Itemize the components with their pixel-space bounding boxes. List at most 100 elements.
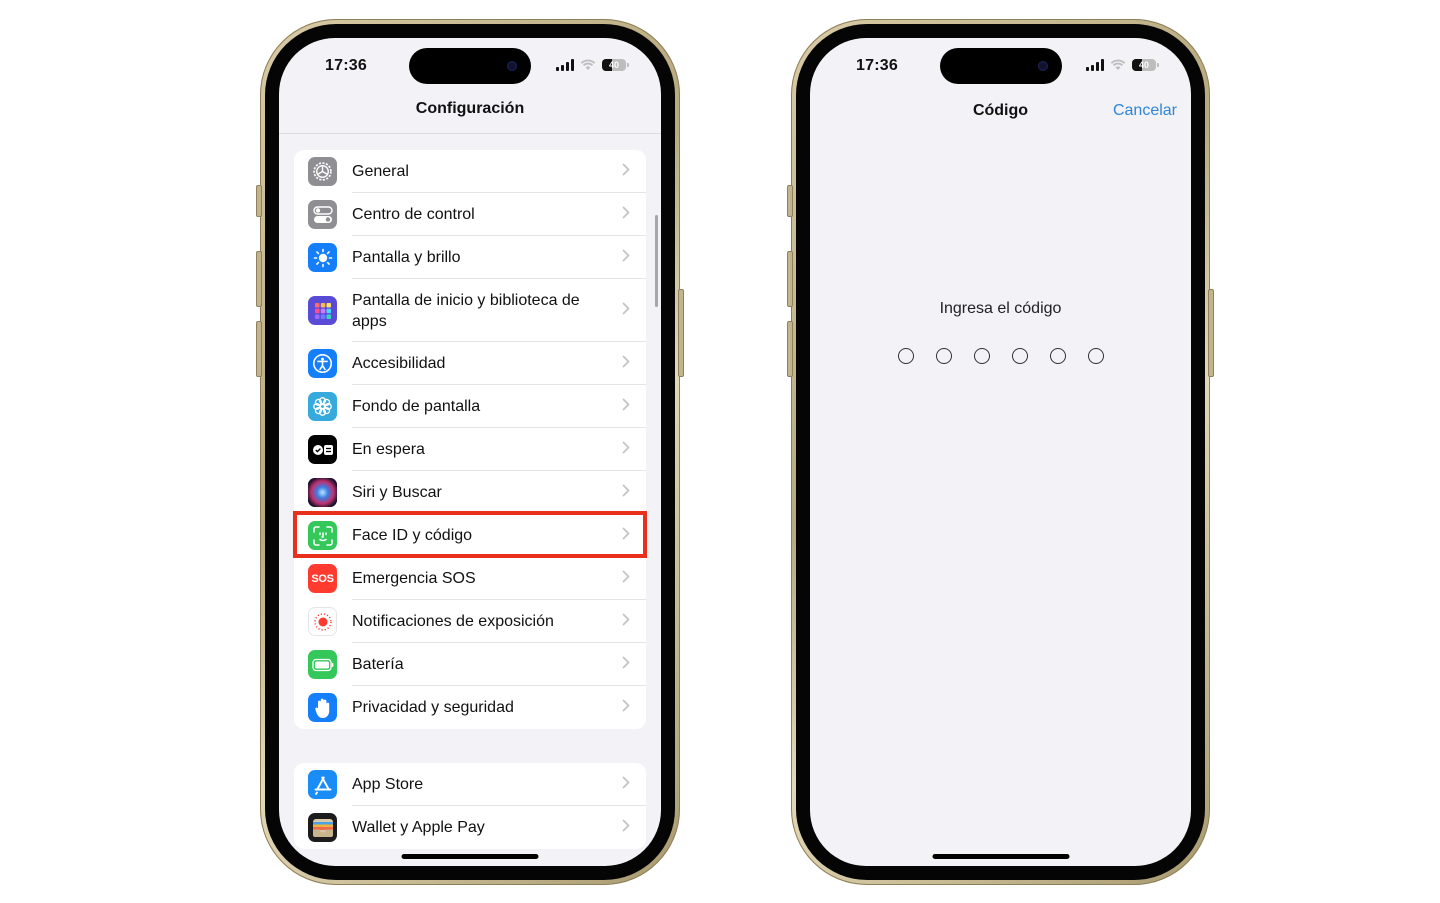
app-store-icon <box>308 770 337 799</box>
battery-icon <box>308 650 337 679</box>
accessibility-icon-glyph <box>312 353 333 374</box>
chevron-right-icon <box>622 206 630 224</box>
battery-icon: 40 <box>1132 59 1156 71</box>
passcode-dot <box>1011 348 1028 364</box>
settings-row-label: Pantalla de inicio y biblioteca de apps <box>352 291 580 330</box>
siri-icon <box>308 478 337 507</box>
sun-icon-glyph <box>313 248 332 267</box>
gear-icon-glyph <box>313 162 332 181</box>
wallet-icon-glyph <box>312 818 333 837</box>
power-button <box>678 289 684 377</box>
app-store-icon-glyph <box>314 776 331 795</box>
passcode-dot <box>897 348 914 364</box>
volume-up-button <box>256 251 262 307</box>
volume-up-button <box>787 251 793 307</box>
dynamic-island <box>939 48 1062 84</box>
cellular-signal-icon <box>556 59 574 71</box>
sos-icon: SOS <box>308 564 337 593</box>
settings-row-label: Fondo de pantalla <box>352 398 481 415</box>
settings-row-accessibility[interactable]: Accesibilidad <box>294 342 646 385</box>
chevron-right-icon <box>622 613 630 631</box>
battery-percent: 40 <box>1138 60 1149 70</box>
settings-row-app-store[interactable]: App Store <box>294 763 646 806</box>
passcode-prompt: Ingresa el código <box>939 300 1062 317</box>
battery-icon: 40 <box>602 59 626 71</box>
chevron-right-icon <box>622 398 630 416</box>
camera-lens-icon <box>1037 61 1048 71</box>
settings-row-flower[interactable]: Fondo de pantalla <box>294 385 646 428</box>
accessibility-icon <box>308 349 337 378</box>
highlight-box <box>293 511 647 558</box>
settings-row-wallet[interactable]: Wallet y Apple Pay <box>294 806 646 849</box>
settings-row-battery[interactable]: Batería <box>294 643 646 686</box>
chevron-right-icon <box>622 163 630 181</box>
settings-group-main: General Centro de control Pantalla y brill… <box>294 150 646 729</box>
settings-row-app-grid[interactable]: Pantalla de inicio y biblioteca de apps <box>294 279 646 342</box>
passcode-screen: 17:36 40 Código Cancelar Ingresa el códi… <box>810 38 1191 866</box>
sos-icon-glyph: SOS <box>311 572 334 585</box>
chevron-right-icon <box>622 249 630 267</box>
settings-group-store: App Store Wallet y Apple Pay <box>294 763 646 849</box>
toggles-icon <box>308 200 337 229</box>
settings-row-label: Emergencia SOS <box>352 570 476 587</box>
battery-cap <box>627 63 629 67</box>
volume-down-button <box>787 321 793 377</box>
settings-row-label: Privacidad y seguridad <box>352 699 514 716</box>
settings-row-siri[interactable]: Siri y Buscar <box>294 471 646 514</box>
chevron-right-icon <box>622 656 630 674</box>
settings-row-exposure[interactable]: Notificaciones de exposición <box>294 600 646 643</box>
flower-icon-glyph <box>313 397 332 416</box>
hand-icon <box>308 693 337 722</box>
settings-row-toggles[interactable]: Centro de control <box>294 193 646 236</box>
settings-row-label: Wallet y Apple Pay <box>352 819 485 836</box>
exposure-icon-glyph <box>313 612 332 631</box>
chevron-right-icon <box>622 699 630 717</box>
status-icons: 40 <box>556 59 629 71</box>
passcode-dot <box>1087 348 1104 364</box>
scrollbar[interactable] <box>655 215 658 307</box>
settings-row-label: Siri y Buscar <box>352 484 442 501</box>
action-button <box>787 185 793 217</box>
chevron-right-icon <box>622 302 630 320</box>
wallet-icon <box>308 813 337 842</box>
passcode-dot <box>1049 348 1066 364</box>
power-button <box>1208 289 1214 377</box>
settings-row-hand[interactable]: Privacidad y seguridad <box>294 686 646 729</box>
battery-cap <box>1157 63 1159 67</box>
app-grid-icon-glyph <box>314 302 331 319</box>
gear-icon <box>308 157 337 186</box>
hand-icon-glyph <box>314 698 329 718</box>
exposure-icon <box>308 607 337 636</box>
passcode-dots <box>810 348 1191 364</box>
chevron-right-icon <box>622 441 630 459</box>
cellular-signal-icon <box>1086 59 1104 71</box>
standby-icon-glyph <box>312 444 333 455</box>
right-phone: 17:36 40 Código Cancelar Ingresa el códi… <box>787 19 1214 885</box>
settings-row-label: Pantalla y brillo <box>352 249 461 266</box>
settings-row-gear[interactable]: General <box>294 150 646 193</box>
settings-row-label: App Store <box>352 776 424 793</box>
status-icons: 40 <box>1086 59 1159 71</box>
flower-icon <box>308 392 337 421</box>
battery-percent: 40 <box>608 60 619 70</box>
settings-row-sun[interactable]: Pantalla y brillo <box>294 236 646 279</box>
camera-lens-icon <box>507 61 517 71</box>
home-indicator[interactable] <box>932 854 1069 859</box>
page-title: Configuración <box>415 100 525 117</box>
settings-row-sos[interactable]: SOS Emergencia SOS <box>294 557 646 600</box>
home-indicator[interactable] <box>401 854 539 859</box>
settings-screen: 17:36 40 Configuración General Centro de … <box>279 38 661 866</box>
app-grid-icon <box>308 296 337 325</box>
chevron-right-icon <box>622 776 630 794</box>
cancel-button[interactable]: Cancelar <box>1113 102 1177 120</box>
action-button <box>256 185 262 217</box>
settings-row-label: Accesibilidad <box>352 355 446 372</box>
wifi-icon <box>1110 59 1126 70</box>
battery-icon-glyph <box>311 658 333 671</box>
chevron-right-icon <box>622 819 630 837</box>
wifi-icon <box>580 59 596 70</box>
settings-row-standby[interactable]: En espera <box>294 428 646 471</box>
dynamic-island <box>409 48 531 84</box>
settings-row-label: Batería <box>352 656 404 673</box>
status-time: 17:36 <box>856 57 898 74</box>
